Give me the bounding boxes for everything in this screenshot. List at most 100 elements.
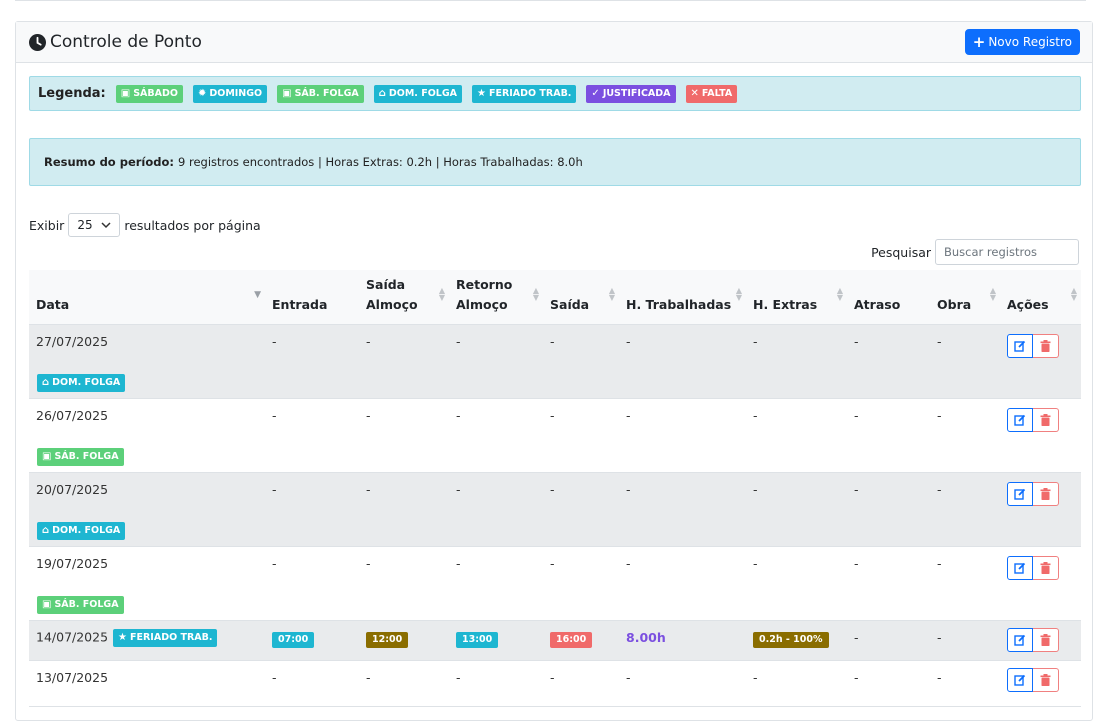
time-badge-entrada: 07:00 bbox=[272, 631, 315, 648]
column-header-entrada[interactable]: Entrada bbox=[265, 270, 359, 325]
calendar-icon: ▣ bbox=[42, 598, 52, 610]
legend-badge-domingo: ✹ DOMINGO bbox=[192, 84, 268, 103]
edit-icon bbox=[1014, 562, 1026, 574]
row-badge-sab-folga: ▣ SÁB. FOLGA bbox=[37, 595, 124, 614]
trash-icon bbox=[1040, 633, 1051, 646]
column-header-atraso[interactable]: Atraso bbox=[847, 270, 930, 325]
page-title: Controle de Ponto bbox=[29, 32, 202, 52]
cell-obra: - bbox=[930, 472, 1000, 547]
home-icon: ⌂ bbox=[378, 87, 386, 99]
cell-horas: - bbox=[619, 472, 746, 547]
sort-icon: ▲ ▼ bbox=[1070, 286, 1077, 302]
edit-icon bbox=[1014, 340, 1026, 352]
edit-button[interactable] bbox=[1007, 627, 1033, 652]
table-row: 20/07/2025 ⌂ DOM. FOLGA - - - - - - - - bbox=[29, 472, 1081, 547]
column-header-data[interactable]: Data ▼ bbox=[29, 270, 265, 325]
search-input[interactable] bbox=[935, 239, 1079, 265]
time-badge-saida: 16:00 bbox=[550, 631, 593, 648]
cell-actions bbox=[1000, 660, 1081, 707]
cell-extras: - bbox=[746, 660, 847, 707]
cell-saida-almoco: 12:00 bbox=[359, 620, 449, 661]
row-badge-dom-folga: ⌂ DOM. FOLGA bbox=[37, 373, 126, 392]
home-icon: ⌂ bbox=[42, 524, 50, 536]
cell-obra: - bbox=[930, 620, 1000, 661]
cell-obra: - bbox=[930, 398, 1000, 473]
edit-icon bbox=[1014, 674, 1026, 686]
cell-actions bbox=[1000, 472, 1081, 547]
cell-date: 27/07/2025 ⌂ DOM. FOLGA bbox=[29, 324, 265, 399]
edit-button[interactable] bbox=[1007, 333, 1033, 358]
legend-badge-feriado-trab: ★ FERIADO TRAB. bbox=[472, 84, 577, 103]
legend-badge-dom-folga: ⌂ DOM. FOLGA bbox=[373, 84, 462, 103]
edit-button[interactable] bbox=[1007, 555, 1033, 580]
trash-icon bbox=[1040, 487, 1051, 500]
cell-saida: - bbox=[543, 660, 619, 707]
summary-label: Resumo do período: bbox=[44, 155, 174, 169]
top-divider bbox=[15, 0, 1086, 1]
cell-retorno-almoco: 13:00 bbox=[449, 620, 543, 661]
legend-badge-sab-folga: ▣ SÁB. FOLGA bbox=[277, 84, 364, 103]
delete-button[interactable] bbox=[1033, 333, 1059, 358]
clock-icon bbox=[29, 33, 46, 51]
delete-button[interactable] bbox=[1033, 407, 1059, 432]
column-header-saida[interactable]: Saída ▲ ▼ bbox=[543, 270, 619, 325]
table-row: 14/07/2025 ★ FERIADO TRAB. 07:00 12:00 13:… bbox=[29, 620, 1081, 661]
cell-retorno-almoco: - bbox=[449, 472, 543, 547]
edit-button[interactable] bbox=[1007, 481, 1033, 506]
column-header-horas-trabalhadas[interactable]: H. Trabalhadas ▲ ▼ bbox=[619, 270, 746, 325]
cell-atraso: - bbox=[847, 472, 930, 547]
cell-saida: - bbox=[543, 398, 619, 473]
ponto-card: Controle de Ponto + Novo Registro Legend… bbox=[15, 21, 1093, 721]
summary-text: 9 registros encontrados | Horas Extras: … bbox=[178, 155, 583, 169]
sort-icon: ▲ ▼ bbox=[532, 286, 539, 302]
length-suffix: resultados por página bbox=[124, 217, 261, 233]
cell-saida-almoco: - bbox=[359, 546, 449, 621]
cell-entrada: - bbox=[265, 546, 359, 621]
period-summary: Resumo do período: 9 registros encontrad… bbox=[29, 138, 1081, 186]
star-icon: ★ bbox=[477, 87, 486, 99]
table-row: 19/07/2025 ▣ SÁB. FOLGA - - - - - - - - bbox=[29, 546, 1081, 621]
cell-obra: - bbox=[930, 660, 1000, 707]
legend-bar: Legenda: ▣ SÁBADO ✹ DOMINGO ▣ SÁB. FOLGA ⌂ D… bbox=[29, 76, 1081, 111]
delete-button[interactable] bbox=[1033, 555, 1059, 580]
cell-saida: - bbox=[543, 472, 619, 547]
row-badge-dom-folga: ⌂ DOM. FOLGA bbox=[37, 521, 126, 540]
delete-button[interactable] bbox=[1033, 627, 1059, 652]
cell-saida: - bbox=[543, 546, 619, 621]
cell-extras: - bbox=[746, 546, 847, 621]
cell-obra: - bbox=[930, 546, 1000, 621]
trash-icon bbox=[1040, 413, 1051, 426]
cell-actions bbox=[1000, 398, 1081, 473]
delete-button[interactable] bbox=[1033, 481, 1059, 506]
calendar-icon: ▣ bbox=[120, 87, 131, 99]
edit-button[interactable] bbox=[1007, 407, 1033, 432]
edit-button[interactable] bbox=[1007, 667, 1033, 692]
delete-button[interactable] bbox=[1033, 667, 1059, 692]
column-header-horas-extras[interactable]: H. Extras ▲ ▼ bbox=[746, 270, 847, 325]
cell-horas: - bbox=[619, 546, 746, 621]
cell-date: 14/07/2025 ★ FERIADO TRAB. bbox=[29, 620, 265, 661]
x-icon: ✕ bbox=[690, 87, 699, 99]
cell-atraso: - bbox=[847, 324, 930, 399]
length-prefix: Exibir bbox=[29, 217, 65, 233]
row-date: 26/07/2025 bbox=[36, 407, 109, 423]
new-record-button[interactable]: + Novo Registro bbox=[964, 29, 1080, 55]
sort-desc-icon: ▼ bbox=[254, 290, 261, 300]
row-badge-sab-folga: ▣ SÁB. FOLGA bbox=[37, 447, 124, 466]
trash-icon bbox=[1040, 339, 1051, 352]
page-length-select[interactable]: 25 bbox=[68, 213, 121, 237]
cell-entrada: - bbox=[265, 324, 359, 399]
cell-saida-almoco: - bbox=[359, 324, 449, 399]
column-header-saida-almoco[interactable]: Saída Almoço ▲ ▼ bbox=[359, 270, 449, 325]
legend-badge-justificada: ✓ JUSTIFICADA bbox=[586, 84, 676, 103]
table-row: 27/07/2025 ⌂ DOM. FOLGA - - - - - - - - bbox=[29, 324, 1081, 399]
cell-actions bbox=[1000, 324, 1081, 399]
cell-entrada: - bbox=[265, 398, 359, 473]
cell-horas: - bbox=[619, 324, 746, 399]
column-header-obra[interactable]: Obra ▲ ▼ bbox=[930, 270, 1000, 325]
cell-actions bbox=[1000, 620, 1081, 661]
sort-icon: ▲ ▼ bbox=[836, 286, 843, 302]
column-header-retorno-almoco[interactable]: Retorno Almoço ▲ ▼ bbox=[449, 270, 543, 325]
cell-date: 20/07/2025 ⌂ DOM. FOLGA bbox=[29, 472, 265, 547]
table-row: 13/07/2025 - - - - - - - - bbox=[29, 660, 1081, 707]
